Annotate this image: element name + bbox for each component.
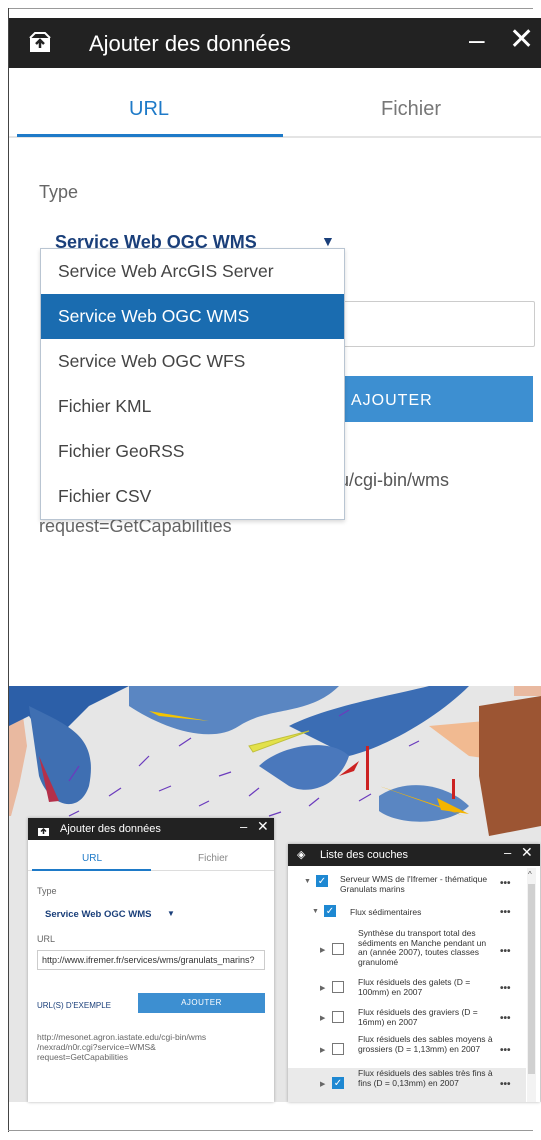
- add-data-panel: Ajouter des données – ✕ URL Fichier Type…: [28, 818, 274, 1102]
- url-input[interactable]: http://www.ifremer.fr/services/wms/granu…: [37, 950, 265, 970]
- more-options-icon[interactable]: •••: [500, 907, 511, 918]
- active-tab-indicator: [32, 869, 151, 871]
- dropdown-option[interactable]: Service Web ArcGIS Server: [41, 249, 344, 294]
- service-url-text: http://mesonet.agron.iastate.edu/cgi-bin…: [37, 1032, 269, 1062]
- close-button[interactable]: ✕: [509, 22, 534, 57]
- layer-checkbox[interactable]: [332, 943, 344, 955]
- layer-label: Flux résiduels des sables très fins à fi…: [358, 1068, 493, 1088]
- layer-checkbox[interactable]: [332, 1011, 344, 1023]
- dropdown-option[interactable]: Fichier KML: [41, 384, 344, 429]
- service-url-line: http://mesonet.agron.iastate.edu/cgi-bin…: [37, 1032, 207, 1042]
- type-label: Type: [39, 182, 79, 202]
- more-options-icon[interactable]: •••: [500, 983, 511, 994]
- layer-list-panel: ◈ Liste des couches – ✕ ▼ ✓ Serveur WMS …: [288, 844, 540, 1102]
- frame-bottom-border: [8, 1130, 533, 1131]
- layer-checkbox[interactable]: [332, 1043, 344, 1055]
- url-input[interactable]: [319, 301, 535, 347]
- chevron-right-icon[interactable]: ▶: [320, 1046, 325, 1054]
- tab-file[interactable]: Fichier: [381, 98, 441, 121]
- service-url-text: du/cgi-bin/wms: [329, 470, 450, 490]
- close-button[interactable]: ✕: [257, 818, 269, 835]
- more-options-icon[interactable]: •••: [500, 1045, 511, 1056]
- layer-label: Flux résiduels des galets (D = 100mm) en…: [358, 977, 471, 997]
- panel-title: Ajouter des données: [60, 823, 161, 835]
- tab-url[interactable]: URL: [129, 98, 169, 121]
- layer-checkbox[interactable]: ✓: [332, 1077, 344, 1089]
- layer-row[interactable]: ▶ Flux résiduels des graviers (D = 16mm)…: [288, 1004, 526, 1034]
- layer-label: Flux sédimentaires: [350, 907, 422, 917]
- minimize-button[interactable]: –: [240, 819, 247, 834]
- add-button[interactable]: AJOUTER: [138, 993, 265, 1013]
- panel-header: ◈ Liste des couches – ✕: [288, 844, 540, 866]
- layer-label: Flux résiduels des graviers (D = 16mm) e…: [358, 1007, 478, 1027]
- layer-row[interactable]: ▶ Synthèse du transport total des sédime…: [288, 928, 526, 974]
- panel-header: Ajouter des données – ✕: [9, 18, 541, 68]
- more-options-icon[interactable]: •••: [500, 878, 511, 889]
- more-options-icon[interactable]: •••: [500, 946, 511, 957]
- chevron-down-icon[interactable]: ▼: [312, 908, 319, 915]
- layer-row-selected[interactable]: ▶ ✓ Flux résiduels des sables très fins …: [288, 1068, 526, 1102]
- scroll-up-icon[interactable]: ^: [528, 870, 532, 879]
- url-label: URL: [37, 934, 56, 944]
- add-data-icon: [37, 823, 50, 841]
- type-select[interactable]: Service Web OGC WMS: [45, 909, 151, 920]
- panel-title: Liste des couches: [320, 849, 409, 861]
- layer-checkbox[interactable]: ✓: [316, 875, 328, 887]
- chevron-right-icon[interactable]: ▶: [320, 1080, 325, 1088]
- active-tab-indicator: [17, 134, 283, 137]
- more-options-icon[interactable]: •••: [500, 1079, 511, 1090]
- service-url-line: /nexrad/n0r.cgi?service=WMS&: [37, 1042, 156, 1052]
- tab-bar: URL Fichier: [9, 68, 541, 138]
- frame-divider: [8, 566, 9, 686]
- layer-row[interactable]: ▶ Flux résiduels des sables moyens à gro…: [288, 1034, 526, 1068]
- type-dropdown-menu: Service Web ArcGIS Server Service Web OG…: [40, 248, 345, 520]
- example-urls-link[interactable]: URL(S) D'EXEMPLE: [37, 1001, 111, 1010]
- caret-down-icon[interactable]: ▼: [321, 233, 335, 249]
- frame-top-border: [8, 8, 533, 9]
- layer-row[interactable]: ▼ ✓ Flux sédimentaires •••: [288, 902, 526, 924]
- type-label: Type: [37, 886, 57, 896]
- chevron-right-icon[interactable]: ▶: [320, 946, 325, 954]
- layer-label: Flux résiduels des sables moyens à gross…: [358, 1034, 493, 1054]
- add-button[interactable]: AJOUTER: [327, 376, 533, 422]
- layer-checkbox[interactable]: [332, 981, 344, 993]
- dropdown-option[interactable]: Fichier GeoRSS: [41, 429, 344, 474]
- chevron-down-icon[interactable]: ▼: [304, 878, 311, 885]
- tab-url[interactable]: URL: [82, 853, 102, 864]
- layer-row[interactable]: ▶ Flux résiduels des galets (D = 100mm) …: [288, 974, 526, 1004]
- caret-down-icon[interactable]: ▼: [167, 909, 175, 918]
- panel-header: Ajouter des données – ✕: [28, 818, 274, 840]
- minimize-button[interactable]: –: [469, 24, 485, 56]
- scrollbar-thumb[interactable]: [528, 884, 535, 1074]
- service-url-line: request=GetCapabilities: [37, 1052, 128, 1062]
- layer-label: Synthèse du transport total des sédiment…: [358, 928, 487, 967]
- tab-file[interactable]: Fichier: [198, 853, 228, 864]
- layer-row[interactable]: ▼ ✓ Serveur WMS de l'Ifremer - thématiqu…: [288, 870, 526, 900]
- more-options-icon[interactable]: •••: [500, 1013, 511, 1024]
- minimize-button[interactable]: –: [504, 845, 511, 860]
- add-data-panel-zoomed: Ajouter des données – ✕ URL Fichier Type…: [9, 18, 541, 566]
- close-button[interactable]: ✕: [521, 844, 533, 861]
- dropdown-option-selected[interactable]: Service Web OGC WMS: [41, 294, 344, 339]
- chevron-right-icon[interactable]: ▶: [320, 1014, 325, 1022]
- layers-icon: ◈: [297, 849, 306, 861]
- layer-label: Serveur WMS de l'Ifremer - thématique Gr…: [340, 874, 488, 894]
- dropdown-option[interactable]: Service Web OGC WFS: [41, 339, 344, 384]
- layer-checkbox[interactable]: ✓: [324, 905, 336, 917]
- chevron-right-icon[interactable]: ▶: [320, 984, 325, 992]
- add-data-icon: [27, 31, 53, 53]
- dropdown-option[interactable]: Fichier CSV: [41, 474, 344, 519]
- panel-title: Ajouter des données: [89, 31, 291, 56]
